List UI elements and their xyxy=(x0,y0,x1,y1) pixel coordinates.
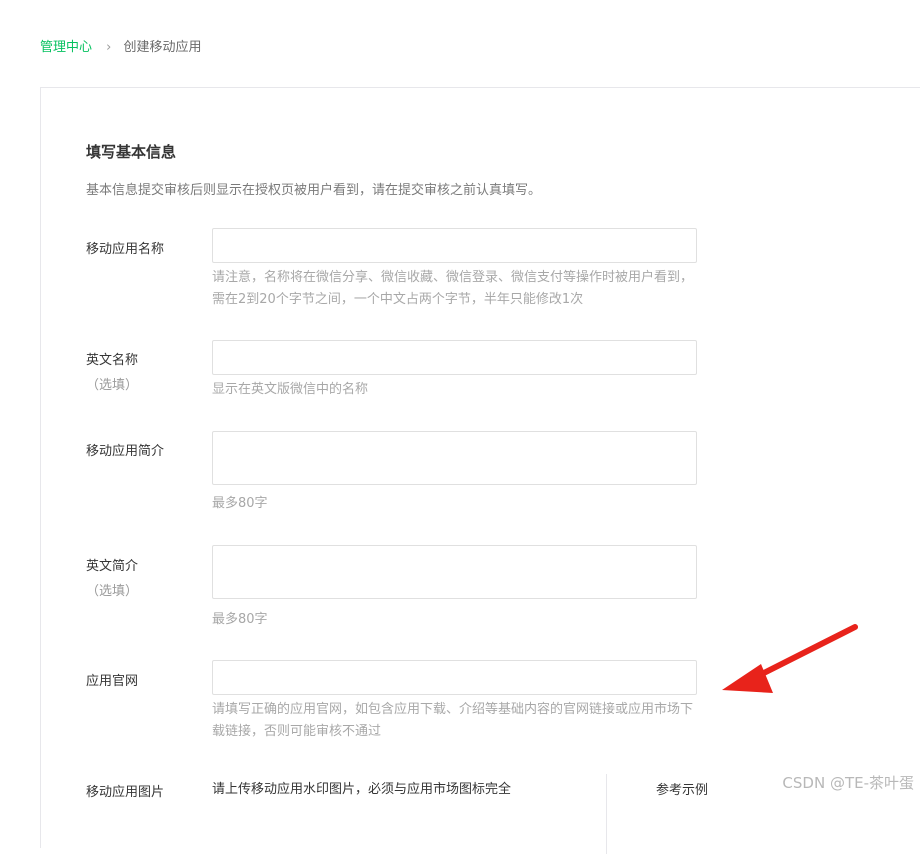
annotation-arrow-shaft xyxy=(747,624,858,683)
annotation-arrow xyxy=(722,624,858,693)
annotation-arrow-head xyxy=(722,664,773,693)
csdn-watermark: CSDN @TE-茶叶蛋 xyxy=(782,774,914,792)
